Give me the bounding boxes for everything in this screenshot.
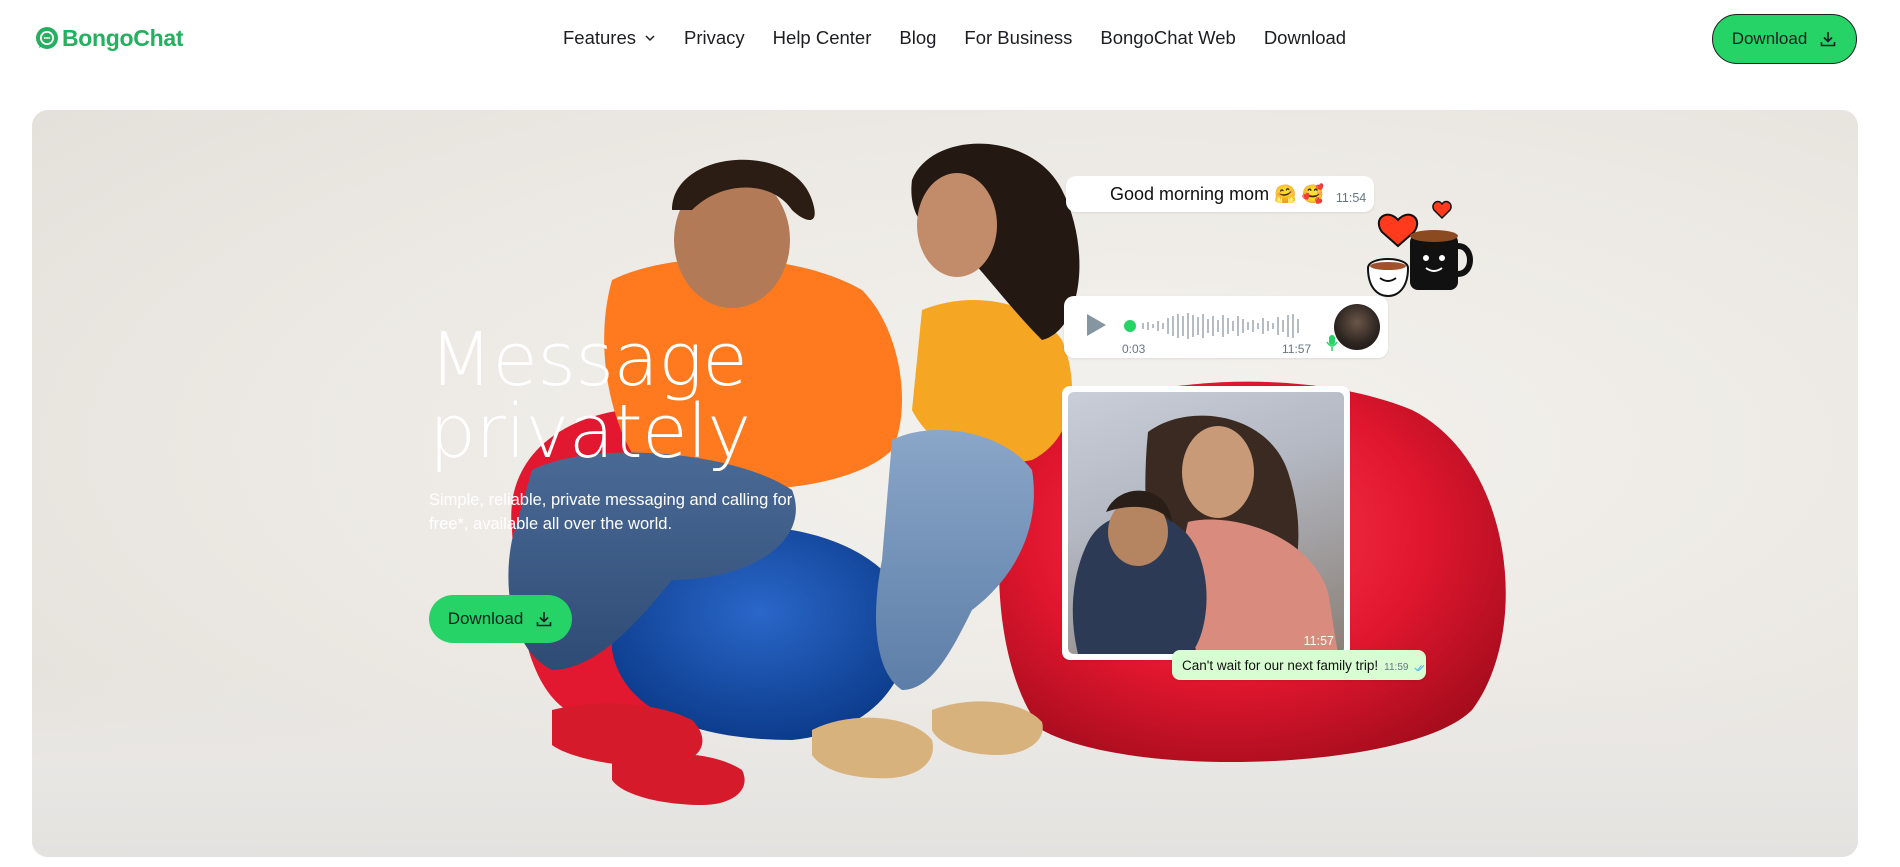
hero-photo-people-illustration (508, 143, 1506, 805)
nav-item-label: Blog (899, 27, 937, 48)
chat-bubble-good-morning: Good morning mom 🤗 🥰 11:54 (1066, 176, 1374, 212)
nav-item-label: Privacy (684, 27, 745, 48)
voice-note-elapsed: 0:03 (1122, 342, 1146, 356)
brand-logo[interactable]: BongoChat (34, 25, 184, 52)
brand-name: BongoChat (62, 25, 184, 51)
hero-subtitle: Simple, reliable, private messaging and … (429, 491, 793, 533)
nav-item-for-business[interactable]: For Business (964, 27, 1072, 49)
play-icon[interactable] (1084, 312, 1108, 338)
photo-content (1072, 415, 1338, 654)
waveform-icon (1142, 313, 1299, 339)
nav-item-help-center[interactable]: Help Center (773, 27, 872, 49)
chat-message-text: Can't wait for our next family trip! (1182, 657, 1379, 673)
chat-bubble-family-trip: Can't wait for our next family trip! 11:… (1172, 650, 1426, 680)
hero-download-button[interactable]: Download (429, 595, 572, 643)
nav-item-web[interactable]: BongoChat Web (1100, 27, 1235, 49)
chat-message-time: 11:59 (1384, 662, 1409, 673)
nav-item-download[interactable]: Download (1264, 27, 1346, 49)
nav-item-label: Download (1263, 27, 1347, 48)
header-download-button[interactable]: Download (1712, 14, 1857, 64)
voice-note-time: 11:57 (1282, 342, 1312, 356)
nav-item-label: Features (563, 27, 637, 48)
download-icon (1820, 32, 1836, 47)
download-icon (536, 612, 552, 627)
nav-item-privacy[interactable]: Privacy (684, 27, 745, 49)
voice-progress-dot[interactable] (1124, 320, 1136, 332)
double-check-icon (1414, 664, 1425, 671)
nav-item-features[interactable]: Features (563, 27, 656, 49)
hero-title-line-1: Message (429, 317, 748, 403)
nav-item-blog[interactable]: Blog (899, 27, 936, 49)
chat-message-text: Good morning mom 🤗 🥰 (1110, 183, 1324, 204)
coffee-mugs-hearts-sticker-icon (1366, 200, 1473, 298)
nav-item-label: Help Center (772, 27, 872, 48)
microphone-icon (1326, 335, 1338, 351)
photo-time: 11:57 (1303, 634, 1334, 648)
chevron-down-icon (645, 35, 655, 42)
download-button-label: Download (447, 609, 524, 628)
chat-bubble-logo-icon (36, 26, 58, 49)
nav-item-label: For Business (964, 27, 1073, 48)
hero-title-line-2: privately (429, 389, 751, 475)
avatar (1334, 304, 1380, 350)
nav-links: Features Privacy Help Center Blog For Bu… (563, 27, 1374, 49)
shared-photo-image[interactable]: 11:57 (1068, 392, 1344, 654)
photo-message-bubble: 11:57 (1062, 386, 1350, 660)
download-button-label: Download (1731, 29, 1808, 48)
top-navbar: BongoChat Features Privacy Help Center B… (0, 0, 1900, 78)
voice-note-bubble: 0:03 11:57 (1064, 296, 1388, 358)
nav-item-label: BongoChat Web (1100, 27, 1236, 48)
hero-banner: Message privately Simple, reliable, priv… (32, 110, 1858, 857)
hero-title: Message privately (429, 317, 849, 475)
